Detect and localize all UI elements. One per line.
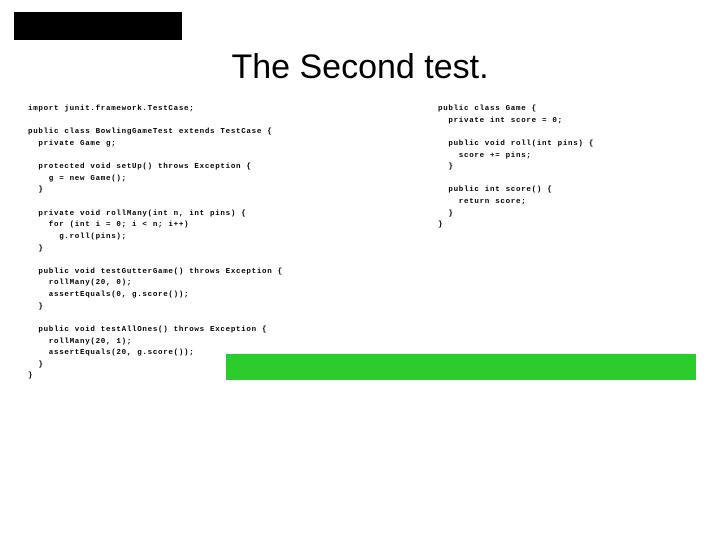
game-code-block: public class Game { private int score = … [438, 104, 700, 232]
code-area: import junit.framework.TestCase; public … [28, 104, 700, 383]
test-pass-bar [226, 354, 696, 380]
code-right-column: public class Game { private int score = … [438, 104, 700, 383]
slide-title: The Second test. [0, 48, 720, 87]
header-black-box [14, 12, 182, 40]
code-left-column: import junit.framework.TestCase; public … [28, 104, 398, 383]
test-code-block: import junit.framework.TestCase; public … [28, 104, 398, 383]
